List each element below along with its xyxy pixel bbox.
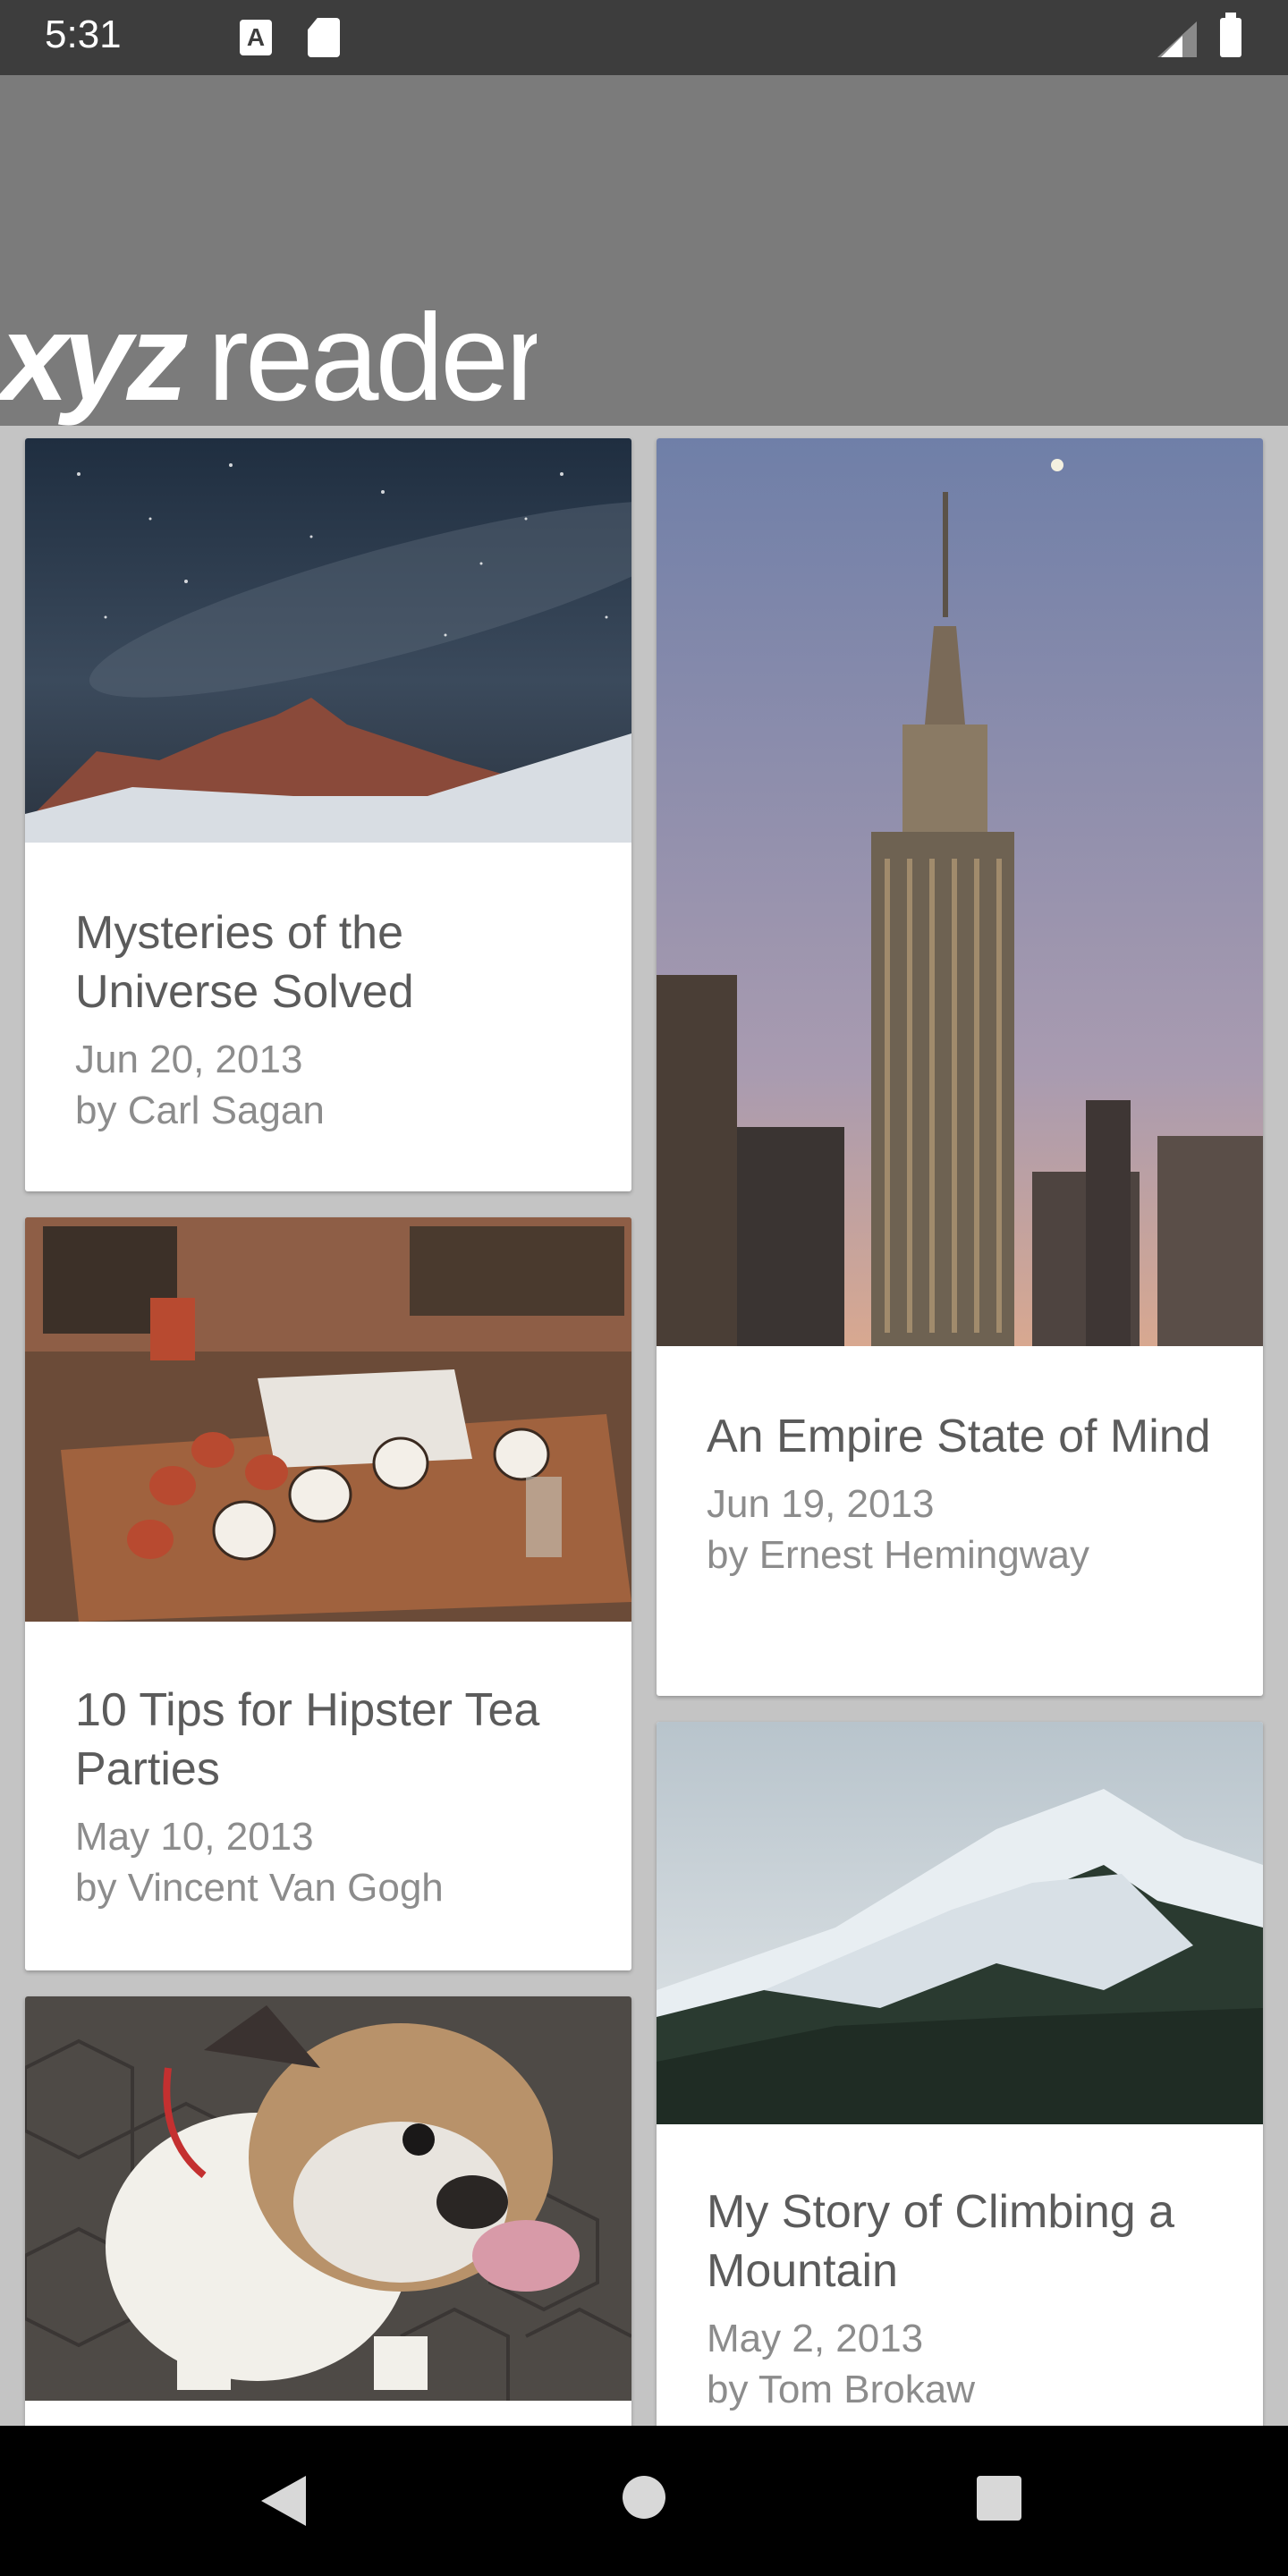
battery-icon: [1220, 13, 1241, 57]
signal-icon: [1157, 21, 1197, 57]
article-card[interactable]: 10 Tips for Hipster Tea Parties May 10, …: [25, 1217, 631, 1970]
article-date: May 2, 2013: [707, 2317, 924, 2360]
article-author: by Tom Brokaw: [707, 2368, 975, 2411]
article-author: by Ernest Hemingway: [707, 1533, 1089, 1577]
article-author: by Carl Sagan: [75, 1089, 325, 1132]
status-time: 5:31: [45, 13, 122, 56]
article-image-snowy-mountain: [657, 1722, 1263, 2124]
svg-text:reader: reader: [208, 289, 537, 427]
article-image-night-sky: [25, 438, 631, 843]
article-image-empire-state: [657, 438, 1263, 1346]
home-icon[interactable]: [623, 2476, 665, 2519]
article-title: Mysteries of the Universe Solved: [75, 907, 414, 1018]
article-card[interactable]: My Story of Climbing a Mountain May 2, 2…: [657, 1722, 1263, 2455]
a-icon: A: [240, 20, 272, 55]
article-card[interactable]: Mysteries of the Universe Solved Jun 20,…: [25, 438, 631, 1191]
sd-card-icon: [308, 18, 340, 57]
navigation-bar: [0, 2426, 1288, 2576]
article-title: 10 Tips for Hipster Tea Parties: [75, 1684, 540, 1795]
article-date: Jun 20, 2013: [75, 1038, 303, 1081]
article-date: May 10, 2013: [75, 1815, 314, 1859]
article-title: An Empire State of Mind: [707, 1411, 1211, 1462]
back-icon[interactable]: [259, 2474, 309, 2528]
article-card[interactable]: [25, 1996, 631, 2444]
article-image-tea-cups: [25, 1217, 631, 1622]
recents-icon[interactable]: [977, 2476, 1021, 2521]
svg-text:xyz: xyz: [0, 289, 188, 427]
article-card[interactable]: An Empire State of Mind Jun 19, 2013 by …: [657, 438, 1263, 1696]
status-bar: 5:31 A: [0, 0, 1288, 75]
article-author: by Vincent Van Gogh: [75, 1866, 444, 1910]
app-bar: xyz reader: [0, 75, 1288, 427]
article-title: My Story of Climbing a Mountain: [707, 2186, 1175, 2297]
article-date: Jun 19, 2013: [707, 1482, 935, 1526]
article-image-bulldog: [25, 1996, 631, 2401]
